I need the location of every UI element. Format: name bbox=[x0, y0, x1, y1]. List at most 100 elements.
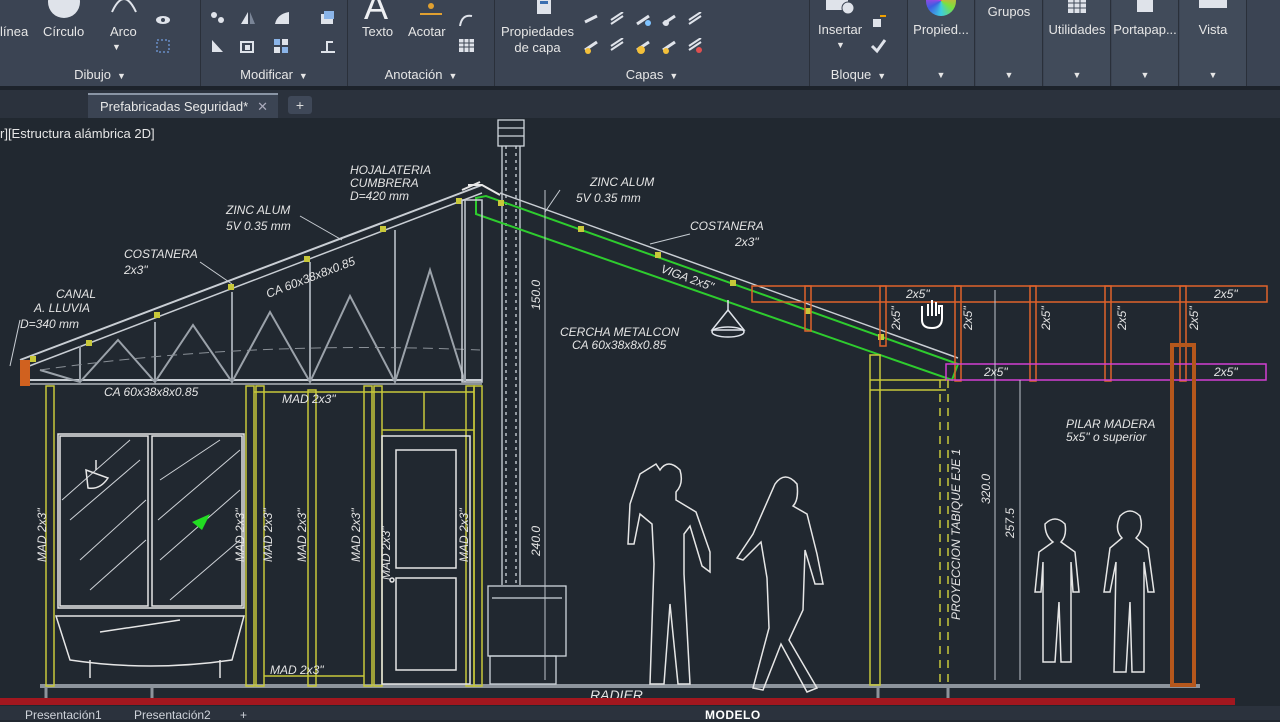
block-edit-icon[interactable] bbox=[870, 38, 888, 54]
annotation-group: A Texto Acotar Anotación ▼ bbox=[348, 0, 495, 86]
mad-vertical-label: MAD 2x3" bbox=[35, 508, 49, 562]
truss-bottom-spec: CA 60x38x8x0.85 bbox=[104, 385, 199, 399]
insert-icon bbox=[826, 0, 855, 15]
zinc-right-spec: 5V 0.35 mm bbox=[576, 191, 641, 205]
layer-tool-icon[interactable] bbox=[609, 38, 627, 54]
boundary-icon[interactable] bbox=[155, 38, 173, 54]
dimension-icon bbox=[420, 3, 442, 15]
canal-label: CANAL bbox=[56, 287, 96, 301]
wood-pillar bbox=[1170, 343, 1196, 687]
scale-icon[interactable] bbox=[239, 38, 257, 54]
modify-group-title[interactable]: Modificar ▼ bbox=[201, 67, 347, 82]
viga-label: VIGA 2x5" bbox=[659, 262, 716, 294]
arc-button[interactable]: Arco bbox=[110, 24, 137, 39]
beam-size-label: 2x5" bbox=[1187, 306, 1201, 331]
leader-line bbox=[649, 233, 691, 245]
draw-group-title[interactable]: Dibujo ▼ bbox=[0, 67, 200, 82]
wall-framing bbox=[45, 354, 949, 687]
view-icon bbox=[1199, 0, 1227, 8]
pan-hand-icon bbox=[921, 300, 943, 330]
beam-size-label: 2x5" bbox=[905, 287, 930, 301]
layer-tool-icon[interactable] bbox=[583, 12, 601, 28]
layers-group-title[interactable]: Capas ▼ bbox=[495, 67, 809, 82]
leader-icon[interactable] bbox=[458, 12, 476, 28]
layer-tool-icon[interactable] bbox=[661, 38, 679, 54]
table-icon[interactable] bbox=[458, 38, 476, 54]
stretch-icon[interactable] bbox=[319, 38, 337, 54]
pergola-upper-beam bbox=[751, 285, 1268, 303]
mirror-icon[interactable] bbox=[239, 10, 257, 26]
layer-tool-icon[interactable] bbox=[583, 38, 601, 54]
proyeccion-label: PROYECCION TABIQUE EJE 1 bbox=[949, 449, 963, 620]
beam-size-label: 2x5" bbox=[889, 306, 903, 331]
view-panel-tile[interactable]: Vista ▼ bbox=[1180, 0, 1247, 86]
drawing-canvas[interactable]: HOJALATERIA CUMBRERA D=420 mm ZINC ALUM … bbox=[0, 118, 1280, 700]
fillet-icon[interactable] bbox=[273, 10, 291, 26]
ribbon: línea Círculo Arco ▼ Dibujo ▼ Modificar ▼ … bbox=[0, 0, 1280, 86]
annotation-group-title[interactable]: Anotación ▼ bbox=[348, 67, 494, 82]
beam-size-label: 2x5" bbox=[1115, 306, 1129, 331]
modify-group: Modificar ▼ bbox=[201, 0, 348, 86]
zinc-right-label: ZINC ALUM bbox=[589, 175, 654, 189]
leader-line bbox=[299, 215, 343, 241]
layer-tool-icon[interactable] bbox=[687, 12, 705, 28]
insert-button[interactable]: Insertar bbox=[818, 22, 862, 37]
cursor-arrow-icon bbox=[192, 514, 210, 530]
mad-bottom-label: MAD 2x3" bbox=[270, 663, 324, 677]
canal-type-label: A. LLUVIA bbox=[33, 301, 90, 315]
clipboard-icon bbox=[1137, 0, 1153, 12]
layer-tool-icon[interactable] bbox=[635, 38, 653, 54]
shower-window bbox=[54, 433, 245, 678]
pilar-spec: 5x5" o superior bbox=[1066, 430, 1147, 444]
document-tab[interactable]: Prefabricadas Seguridad* ✕ bbox=[88, 93, 278, 118]
cumbrera-label: CUMBRERA bbox=[350, 176, 419, 190]
layer-tool-icon[interactable] bbox=[609, 12, 627, 28]
hojalateria-d-label: D=420 mm bbox=[350, 189, 409, 203]
dim-150-label: 150.0 bbox=[529, 280, 543, 310]
beam-size-label: 2x5" bbox=[961, 306, 975, 331]
properties-panel-tile[interactable]: Propied... ▼ bbox=[908, 0, 975, 86]
block-group-title[interactable]: Bloque ▼ bbox=[810, 67, 907, 82]
line-button[interactable]: línea bbox=[0, 24, 28, 39]
arc-icon bbox=[111, 0, 137, 13]
text-button[interactable]: Texto bbox=[362, 24, 393, 39]
viewport-label[interactable]: r][Estructura alámbrica 2D] bbox=[0, 126, 155, 141]
rotate-icon[interactable] bbox=[209, 38, 227, 54]
clipboard-panel-tile[interactable]: Portapap... ▼ bbox=[1112, 0, 1179, 86]
draw-dropdown[interactable]: ▼ bbox=[112, 42, 121, 52]
groups-panel-tile[interactable]: Grupos ▼ bbox=[976, 0, 1043, 86]
cercha-label: CERCHA METALCON bbox=[560, 325, 680, 339]
cercha-spec: CA 60x38x8x0.85 bbox=[572, 338, 667, 352]
color-wheel-icon bbox=[926, 0, 956, 16]
grid-array-icon[interactable] bbox=[273, 38, 291, 54]
dimension-button[interactable]: Acotar bbox=[408, 24, 446, 39]
utilities-panel-tile[interactable]: Utilidades ▼ bbox=[1044, 0, 1111, 86]
people-figures bbox=[627, 462, 1155, 693]
dim-320-label: 320.0 bbox=[979, 474, 993, 504]
move-icon[interactable] bbox=[209, 10, 227, 26]
close-tab-icon[interactable]: ✕ bbox=[257, 99, 268, 115]
layers-group: Propiedades de capa Capas ▼ bbox=[495, 0, 810, 86]
insert-dropdown[interactable]: ▼ bbox=[836, 40, 845, 50]
hatch-icon[interactable] bbox=[155, 12, 173, 28]
document-tab-bar: Prefabricadas Seguridad* ✕ + bbox=[0, 86, 1280, 118]
circle-icon bbox=[48, 0, 80, 18]
mad-vertical-label: MAD 2x3" bbox=[233, 508, 247, 562]
layer-tools bbox=[583, 10, 723, 56]
costanera-right-spec: 2x3" bbox=[734, 235, 759, 249]
layer-properties-button[interactable]: Propiedades de capa bbox=[501, 24, 574, 56]
hojalateria-label: HOJALATERIA bbox=[350, 163, 431, 177]
layer-tool-icon[interactable] bbox=[661, 12, 679, 28]
costanera-left-spec: 2x3" bbox=[123, 263, 148, 277]
costanera-right-label: COSTANERA bbox=[690, 219, 764, 233]
dim-240-label: 240.0 bbox=[529, 526, 543, 557]
new-tab-button[interactable]: + bbox=[288, 96, 312, 114]
block-create-icon[interactable] bbox=[870, 14, 888, 30]
layer-tool-icon[interactable] bbox=[635, 12, 653, 28]
array-icon[interactable] bbox=[319, 10, 337, 26]
draw-group: línea Círculo Arco ▼ Dibujo ▼ bbox=[0, 0, 201, 86]
circle-button[interactable]: Círculo bbox=[43, 24, 84, 39]
mad-vertical-label: MAD 2x3" bbox=[379, 526, 393, 580]
mad-top-label: MAD 2x3" bbox=[282, 392, 336, 406]
layer-tool-icon[interactable] bbox=[687, 38, 705, 54]
